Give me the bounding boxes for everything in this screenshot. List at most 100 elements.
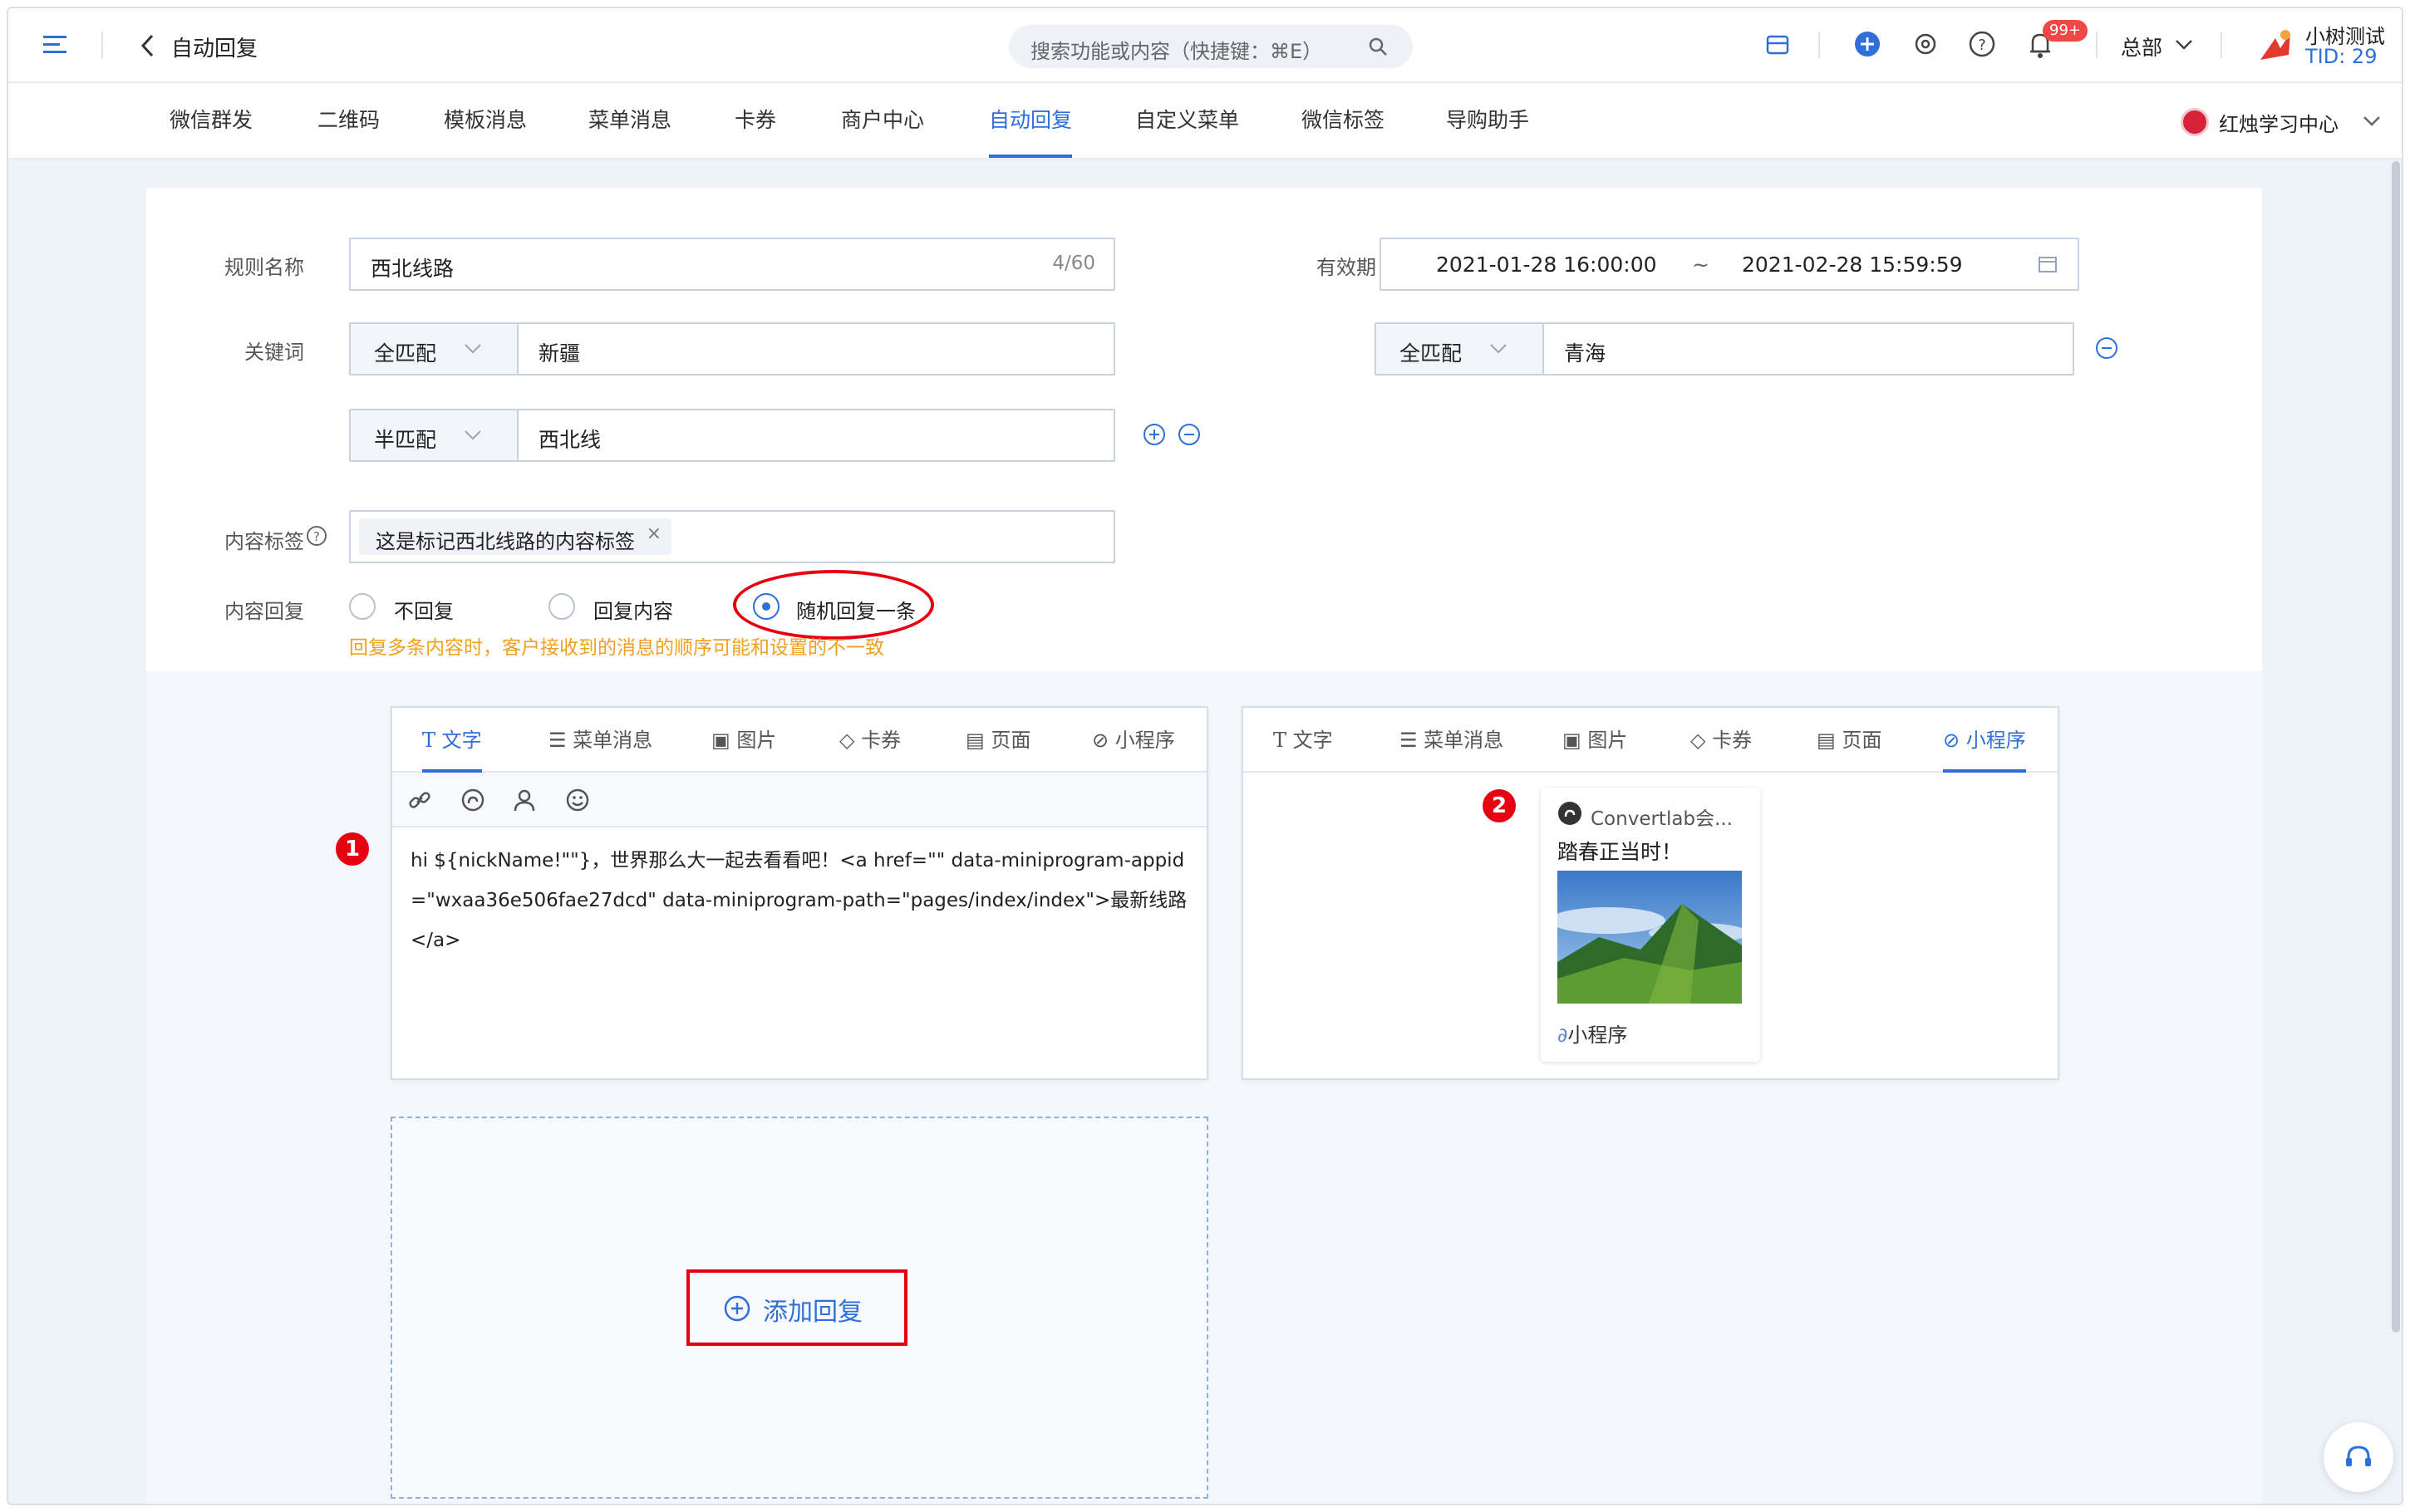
start-date: 2021-01-28 16:00:00 xyxy=(1436,253,1657,277)
tab-menu-message[interactable]: ☰ 菜单消息 xyxy=(1399,708,1503,773)
reply-editor-miniprogram: T 文字 ☰ 菜单消息 ▣ 图片 ◇ 卡券 ▤ 页面 ⊘ 小程序 Convert… xyxy=(1242,706,2059,1080)
miniprogram-title: 踏春正当时！ xyxy=(1557,840,1683,864)
miniprogram-icon: ⊘ xyxy=(1943,729,1960,752)
reply-text-content[interactable]: hi ${nickName!""}，世界那么大一起去看看吧！<a href=""… xyxy=(411,841,1192,960)
divider xyxy=(2096,32,2098,58)
tab-page[interactable]: ▤ 页面 xyxy=(1817,708,1881,773)
miniprogram-link-icon: ∂ xyxy=(1557,1024,1568,1047)
radio-reply-content[interactable] xyxy=(548,593,575,620)
headset-icon xyxy=(2346,1446,2371,1466)
annotation-ellipse xyxy=(733,570,934,640)
content-tag-input[interactable]: 这是标记西北线路的内容标签 × xyxy=(349,510,1115,563)
remove-keyword-icon[interactable] xyxy=(1177,422,1202,447)
tab-coupon[interactable]: ◇ 卡券 xyxy=(839,708,901,773)
emoji-icon[interactable] xyxy=(565,788,590,812)
annotation-marker-1: 1 xyxy=(336,832,369,866)
tab-menu-message[interactable]: ☰ 菜单消息 xyxy=(548,708,652,773)
page-icon: ▤ xyxy=(966,729,985,752)
image-icon: ▣ xyxy=(711,729,730,752)
remove-keyword-icon[interactable] xyxy=(2094,336,2119,361)
support-button[interactable] xyxy=(2324,1422,2393,1492)
user-icon[interactable] xyxy=(512,788,537,812)
miniprogram-card[interactable]: Convertlab会... 踏春正当时！ ∂小程序 xyxy=(1541,788,1760,1062)
tab-qrcode[interactable]: 二维码 xyxy=(317,83,380,158)
match-type-select[interactable]: 全匹配 xyxy=(1376,324,1544,374)
tab-shopping-guide[interactable]: 导购助手 xyxy=(1446,83,1529,158)
link-icon[interactable] xyxy=(407,788,432,812)
user-tid: TID: 29 xyxy=(2305,45,2378,68)
help-icon[interactable]: ? xyxy=(1968,30,1996,58)
search-icon[interactable] xyxy=(1368,37,1389,58)
keyword-row-1: 全匹配 新疆 xyxy=(349,322,1115,376)
back-chevron-icon[interactable] xyxy=(140,33,156,58)
miniprogram-cover-image xyxy=(1557,871,1742,1004)
keyword-row-2: 全匹配 青海 xyxy=(1375,322,2074,376)
annotation-marker-2: 2 xyxy=(1483,789,1516,822)
add-reply-button[interactable]: 添加回复 xyxy=(763,1291,863,1328)
match-type-select[interactable]: 全匹配 xyxy=(351,324,519,374)
add-keyword-icon[interactable] xyxy=(1142,422,1167,447)
keyword-value[interactable]: 西北线 xyxy=(539,424,601,454)
tab-page[interactable]: ▤ 页面 xyxy=(966,708,1030,773)
rule-name-input[interactable]: 西北线路 4/60 xyxy=(349,238,1115,291)
validity-label: 有效期 xyxy=(1316,256,1376,279)
tab-coupon[interactable]: 卡券 xyxy=(735,83,776,158)
match-type-value: 全匹配 xyxy=(374,341,437,366)
tab-wechat-broadcast[interactable]: 微信群发 xyxy=(170,83,253,158)
miniprogram-link-icon[interactable] xyxy=(460,788,485,812)
tab-auto-reply[interactable]: 自动回复 xyxy=(989,83,1073,158)
miniprogram-logo-icon xyxy=(1558,802,1581,825)
chevron-down-icon xyxy=(465,344,481,354)
divider xyxy=(101,32,103,58)
tab-custom-menu[interactable]: 自定义菜单 xyxy=(1135,83,1239,158)
keyword-value[interactable]: 新疆 xyxy=(539,337,580,367)
validity-range-picker[interactable]: 2021-01-28 16:00:00 ~ 2021-02-28 15:59:5… xyxy=(1380,238,2079,291)
add-reply-area[interactable]: 添加回复 xyxy=(391,1117,1208,1499)
radio-no-reply-label[interactable]: 不回复 xyxy=(394,595,454,624)
tab-text[interactable]: T 文字 xyxy=(1273,708,1333,773)
tab-image[interactable]: ▣ 图片 xyxy=(711,708,776,773)
tab-text[interactable]: T 文字 xyxy=(422,708,482,773)
chevron-down-icon[interactable] xyxy=(2362,113,2382,130)
tab-wechat-tags[interactable]: 微信标签 xyxy=(1301,83,1385,158)
tab-image[interactable]: ▣ 图片 xyxy=(1562,708,1627,773)
tab-miniprogram[interactable]: ⊘ 小程序 xyxy=(1092,708,1175,773)
reply-order-warning: 回复多条内容时，客户接收到的消息的顺序可能和设置的不一致 xyxy=(349,637,884,659)
tab-coupon[interactable]: ◇ 卡券 xyxy=(1690,708,1752,773)
tab-menu-message[interactable]: 菜单消息 xyxy=(588,83,671,158)
reply-editor-text: T 文字 ☰ 菜单消息 ▣ 图片 ◇ 卡券 ▤ 页面 ⊘ 小程序 hi ${ni… xyxy=(391,706,1208,1080)
match-type-select[interactable]: 半匹配 xyxy=(351,410,519,460)
radio-no-reply[interactable] xyxy=(349,593,376,620)
content-reply-label: 内容回复 xyxy=(224,600,304,623)
radio-reply-content-label[interactable]: 回复内容 xyxy=(593,595,673,624)
chevron-down-icon[interactable] xyxy=(2174,37,2194,53)
avatar[interactable] xyxy=(2252,23,2297,68)
reply-type-tabs: T 文字 ☰ 菜单消息 ▣ 图片 ◇ 卡券 ▤ 页面 ⊘ 小程序 xyxy=(392,708,1207,773)
menu-icon[interactable] xyxy=(43,33,68,56)
tag-icon: ◇ xyxy=(1690,729,1706,752)
svg-text:?: ? xyxy=(313,529,320,544)
chevron-down-icon xyxy=(1490,344,1507,354)
miniprogram-icon: ⊘ xyxy=(1092,729,1109,752)
page-title: 自动回复 xyxy=(171,37,258,61)
rule-form-card: 规则名称 西北线路 4/60 有效期 2021-01-28 16:00:00 ~… xyxy=(146,188,2262,1504)
tab-template-message[interactable]: 模板消息 xyxy=(444,83,527,158)
range-separator: ~ xyxy=(1692,253,1709,277)
org-selector[interactable]: 总部 xyxy=(2121,32,2162,61)
content-tag-label: 内容标签 xyxy=(224,530,304,553)
add-circle-icon[interactable] xyxy=(1853,30,1881,58)
account-name[interactable]: 红烛学习中心 xyxy=(2219,108,2339,137)
divider xyxy=(1818,32,1820,58)
keyword-value[interactable]: 青海 xyxy=(1564,337,1606,367)
search-bar[interactable]: 搜索功能或内容（快捷键：⌘E） xyxy=(1009,25,1413,68)
tag-icon: ◇ xyxy=(839,729,855,752)
close-icon[interactable]: × xyxy=(647,523,662,544)
store-icon[interactable] xyxy=(1765,32,1790,56)
match-type-value: 全匹配 xyxy=(1399,341,1463,366)
tab-merchant-center[interactable]: 商户中心 xyxy=(841,83,924,158)
scrollbar[interactable] xyxy=(2392,161,2400,1333)
tab-miniprogram[interactable]: ⊘ 小程序 xyxy=(1943,708,2026,773)
calendar-icon[interactable] xyxy=(2038,254,2058,274)
help-icon[interactable]: ? xyxy=(306,525,327,547)
gear-icon[interactable] xyxy=(1911,30,1940,58)
